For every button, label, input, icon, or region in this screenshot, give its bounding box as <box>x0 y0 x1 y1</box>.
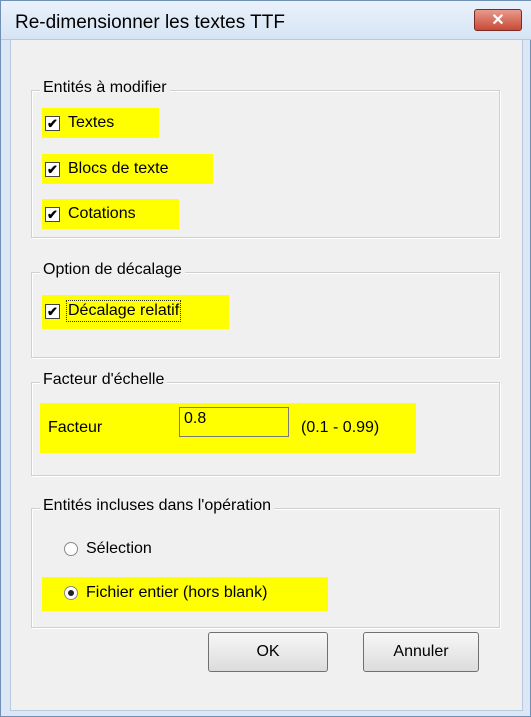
ok-button[interactable]: OK <box>208 632 328 672</box>
radio-label: Fichier entier (hors blank) <box>86 584 268 601</box>
checkbox-decalage-relatif[interactable]: ✔ Décalage relatif <box>45 300 182 322</box>
close-button[interactable]: ✕ <box>474 9 522 31</box>
scale-group: Facteur d'échelle Facteur 0.8 (0.1 - 0.9… <box>31 371 500 476</box>
title-bar: Re-dimensionner les textes TTF ✕ <box>1 1 531 40</box>
dialog-client-area: Entités à modifier ✔ Textes ✔ Blocs de t… <box>10 39 523 711</box>
dialog-window: Re-dimensionner les textes TTF ✕ Entités… <box>0 0 531 717</box>
scope-group: Entités incluses dans l'opération Sélect… <box>31 497 500 628</box>
checkbox-check-icon: ✔ <box>45 206 60 222</box>
checkbox-check-icon: ✔ <box>45 303 60 319</box>
radio-unselected-icon <box>64 542 78 556</box>
radio-label: Sélection <box>86 540 152 557</box>
scale-group-legend: Facteur d'échelle <box>40 371 168 389</box>
radio-selected-icon <box>64 586 78 600</box>
cancel-button-label: Annuler <box>393 643 449 660</box>
dialog-title: Re-dimensionner les textes TTF <box>15 12 285 33</box>
factor-input-value: 0.8 <box>184 410 207 427</box>
ok-button-label: OK <box>256 643 280 660</box>
checkbox-cotations[interactable]: ✔ Cotations <box>45 205 136 223</box>
checkbox-textes[interactable]: ✔ Textes <box>45 114 114 132</box>
checkbox-check-icon: ✔ <box>45 161 60 177</box>
checkbox-label: Cotations <box>68 205 136 222</box>
entities-group: Entités à modifier ✔ Textes ✔ Blocs de t… <box>31 79 500 238</box>
cancel-button[interactable]: Annuler <box>363 632 479 672</box>
factor-input[interactable]: 0.8 <box>179 407 289 437</box>
entities-group-legend: Entités à modifier <box>40 79 170 97</box>
offset-group: Option de décalage ✔ Décalage relatif <box>31 261 500 358</box>
radio-fichier-entier[interactable]: Fichier entier (hors blank) <box>64 584 267 602</box>
close-icon: ✕ <box>491 12 505 29</box>
checkbox-blocs-de-texte[interactable]: ✔ Blocs de texte <box>45 160 169 178</box>
checkbox-check-icon: ✔ <box>45 115 60 131</box>
factor-label: Facteur <box>48 419 103 436</box>
offset-group-legend: Option de décalage <box>40 261 185 279</box>
scope-group-legend: Entités incluses dans l'opération <box>40 497 275 515</box>
radio-selection[interactable]: Sélection <box>64 540 152 558</box>
checkbox-label: Blocs de texte <box>68 160 169 177</box>
checkbox-label: Textes <box>68 114 115 131</box>
checkbox-label: Décalage relatif <box>65 300 182 322</box>
factor-range: (0.1 - 0.99) <box>301 419 380 436</box>
